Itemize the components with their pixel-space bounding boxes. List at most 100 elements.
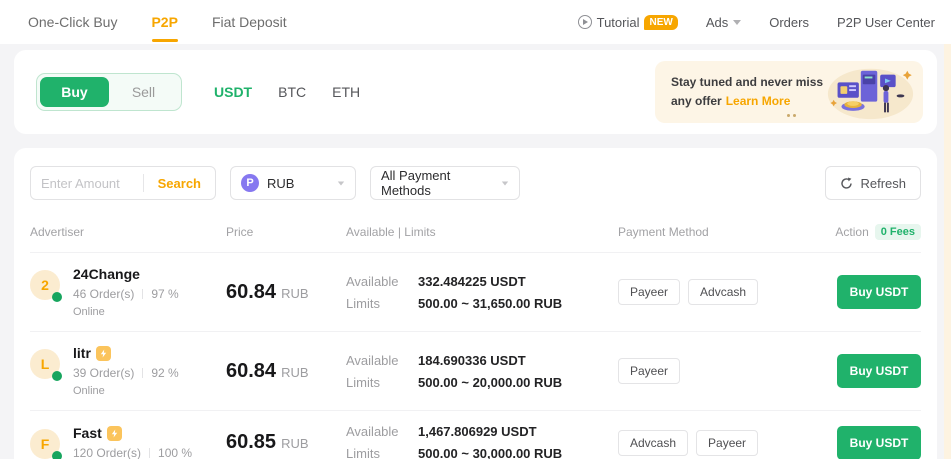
online-status: Online <box>73 306 179 318</box>
advertiser-stats: 120 Order(s) 100 % <box>73 446 192 459</box>
available-value: 1,467.806929 USDT <box>418 424 537 439</box>
banner-carousel-dots[interactable] <box>787 114 796 117</box>
advertiser-stats: 39 Order(s) 92 % <box>73 366 179 380</box>
divider <box>149 448 150 458</box>
orders-label: Orders <box>769 15 809 30</box>
chevron-down-icon <box>733 20 741 25</box>
available-label: Available <box>346 424 418 439</box>
coin-tab-usdt[interactable]: USDT <box>214 84 252 100</box>
header-price: Price <box>226 225 346 239</box>
refresh-icon <box>840 177 853 190</box>
chevron-down-icon <box>338 181 344 185</box>
tab-p2p[interactable]: P2P <box>151 0 177 44</box>
fiat-currency-select[interactable]: P RUB <box>230 166 356 200</box>
buy-usdt-button[interactable]: Buy USDT <box>837 275 921 309</box>
limits-value: 500.00 ~ 30,000.00 RUB <box>418 446 562 459</box>
search-button[interactable]: Search <box>144 176 215 191</box>
advertiser-cell: 2 24Change 46 Order(s) 97 % Online <box>30 266 226 318</box>
online-status: Online <box>73 385 179 397</box>
tab-one-click-buy[interactable]: One-Click Buy <box>28 0 117 44</box>
chevron-down-icon <box>502 181 508 185</box>
buy-usdt-button[interactable]: Buy USDT <box>837 354 921 388</box>
refresh-label: Refresh <box>860 176 906 191</box>
available-value: 184.690336 USDT <box>418 353 526 368</box>
header-payment: Payment Method <box>618 225 830 239</box>
user-center-label: P2P User Center <box>837 15 935 30</box>
new-badge: NEW <box>644 15 677 30</box>
lightning-badge-icon <box>107 426 122 441</box>
completion-rate: 97 % <box>151 287 178 301</box>
completion-rate: 92 % <box>151 366 178 380</box>
buy-toggle[interactable]: Buy <box>40 77 109 107</box>
available-value: 332.484225 USDT <box>418 274 526 289</box>
price-currency: RUB <box>281 286 308 301</box>
limits-value: 500.00 ~ 31,650.00 RUB <box>418 296 562 311</box>
payment-method-chip: Payeer <box>618 279 680 305</box>
ads-menu[interactable]: Ads <box>706 15 741 30</box>
tutorial-link[interactable]: Tutorial NEW <box>578 15 678 30</box>
promo-banner[interactable]: Stay tuned and never miss any offerLearn… <box>655 61 923 123</box>
zero-fees-badge: 0 Fees <box>875 224 921 240</box>
orders-link[interactable]: Orders <box>769 15 809 30</box>
buy-usdt-button[interactable]: Buy USDT <box>837 426 921 459</box>
price-currency: RUB <box>281 436 308 451</box>
header-advertiser: Advertiser <box>30 225 226 239</box>
advertiser-avatar[interactable]: L <box>30 349 60 379</box>
payment-method-chip: Payeer <box>696 430 758 456</box>
refresh-button[interactable]: Refresh <box>825 166 921 200</box>
completion-rate: 100 % <box>158 446 192 459</box>
page-body: Buy Sell USDT BTC ETH Stay tuned and nev… <box>0 44 951 459</box>
payment-method-select[interactable]: All Payment Methods <box>370 166 520 200</box>
top-nav-tabs: One-Click Buy P2P Fiat Deposit <box>28 0 287 44</box>
promo-banner-text: Stay tuned and never miss any offerLearn… <box>671 73 824 110</box>
advertiser-name[interactable]: litr <box>73 345 91 361</box>
advertiser-avatar[interactable]: F <box>30 429 60 459</box>
header-available-limits: Available | Limits <box>346 225 618 239</box>
p2p-user-center-link[interactable]: P2P User Center <box>837 15 935 30</box>
lightning-badge-icon <box>96 346 111 361</box>
banner-illustration <box>824 62 917 122</box>
advertiser-avatar[interactable]: 2 <box>30 270 60 300</box>
payment-methods: Payeer <box>618 358 830 384</box>
advertiser-cell: F Fast 120 Order(s) 100 % <box>30 425 226 459</box>
divider <box>142 368 143 378</box>
offer-rows: 2 24Change 46 Order(s) 97 % Online 60.84… <box>30 252 921 459</box>
limits-label: Limits <box>346 375 418 390</box>
action-cell: Buy USDT <box>830 426 921 459</box>
coin-tab-btc[interactable]: BTC <box>278 84 306 100</box>
advertiser-name[interactable]: Fast <box>73 425 102 441</box>
action-cell: Buy USDT <box>830 275 921 309</box>
learn-more-link[interactable]: Learn More <box>726 94 791 108</box>
advertiser-name[interactable]: 24Change <box>73 266 140 282</box>
price-value: 60.84 <box>226 281 276 303</box>
coin-tab-eth[interactable]: ETH <box>332 84 360 100</box>
available-limits-cell: Available 332.484225 USDT Limits 500.00 … <box>346 274 618 311</box>
price-currency: RUB <box>281 365 308 380</box>
coin-tabs: USDT BTC ETH <box>214 84 360 100</box>
price-cell: 60.84RUB <box>226 360 346 383</box>
tab-fiat-deposit[interactable]: Fiat Deposit <box>212 0 287 44</box>
filter-bar: Search P RUB All Payment Methods Refresh <box>30 166 921 200</box>
advertiser-stats: 46 Order(s) 97 % <box>73 287 179 301</box>
top-nav: One-Click Buy P2P Fiat Deposit Tutorial … <box>0 0 951 44</box>
price-cell: 60.84 RUB <box>226 281 346 304</box>
price-value: 60.85 <box>226 431 276 453</box>
amount-input[interactable] <box>31 176 143 191</box>
carousel-dot <box>787 114 790 117</box>
market-bar-card: Buy Sell USDT BTC ETH Stay tuned and nev… <box>14 50 937 134</box>
table-header-row: Advertiser Price Available | Limits Paym… <box>30 224 921 252</box>
header-action: Action <box>835 225 868 239</box>
online-dot-icon <box>52 451 62 459</box>
payment-selected-value: All Payment Methods <box>381 168 493 198</box>
sell-toggle[interactable]: Sell <box>109 77 178 107</box>
orders-count: 46 Order(s) <box>73 287 134 301</box>
buy-sell-toggle: Buy Sell <box>36 73 182 111</box>
limits-label: Limits <box>346 446 418 459</box>
online-dot-icon <box>52 371 62 381</box>
available-limits-cell: Available 184.690336 USDT Limits 500.00 … <box>346 353 618 390</box>
tutorial-label: Tutorial <box>597 15 640 30</box>
orders-count: 39 Order(s) <box>73 366 134 380</box>
offer-row: F Fast 120 Order(s) 100 % 60.85RU <box>30 410 921 459</box>
payment-method-chip: Advcash <box>688 279 758 305</box>
limits-label: Limits <box>346 296 418 311</box>
